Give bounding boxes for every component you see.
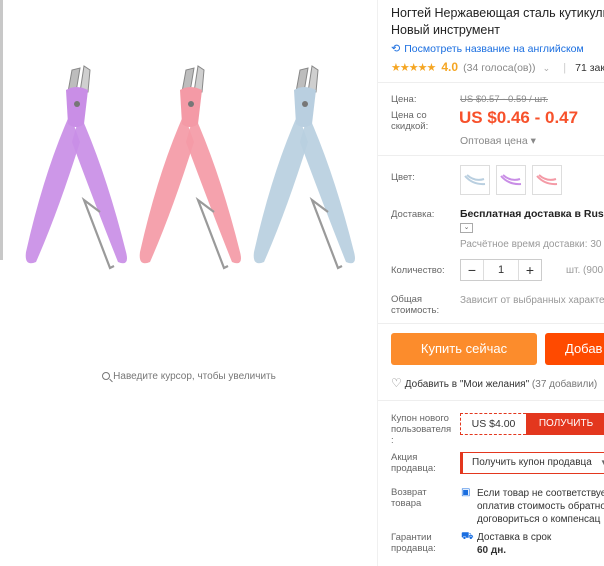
rating-stars: ★★★★★ [391, 62, 436, 74]
thumbnail-strip-edge [0, 0, 3, 260]
magnifier-icon [102, 372, 111, 380]
get-coupon-button[interactable]: ПОЛУЧИТЬ [526, 413, 604, 435]
returns-label: Возврат товара [391, 487, 427, 509]
total-label: Общая стоимость: [391, 294, 440, 316]
add-to-cart-button[interactable]: Добав [545, 333, 604, 365]
nipper-blue [253, 65, 355, 270]
delivery-truck-icon: ⛟ [461, 531, 474, 542]
guarantee-label: Гарантии продавца: [391, 532, 436, 554]
color-swatches [460, 165, 562, 195]
swatch-variant-3[interactable] [532, 165, 562, 195]
wishlist-count: (37 добавили) [531, 379, 598, 390]
rating-row: ★★★★★ 4.0 (34 голоса(ов)) ⌄ | 71 заказ [391, 60, 604, 74]
buy-now-button[interactable]: Купить сейчас [391, 333, 537, 365]
shipping-label: Доставка: [391, 209, 435, 220]
zoom-hint: Наведите курсор, чтобы увеличить [0, 371, 378, 382]
translate-icon: ⟲ [391, 43, 401, 55]
divider [378, 400, 604, 401]
translate-title-link[interactable]: ⟲ Посмотреть название на английском [391, 42, 584, 55]
caret-down-icon: ▼ [600, 458, 604, 467]
shipping-method: Бесплатная доставка в Russia [460, 208, 604, 220]
color-label: Цвет: [391, 172, 415, 183]
delivery-time: Расчётное время доставки: 30 [460, 239, 602, 250]
swatch-variant-1[interactable] [460, 165, 490, 195]
swatch-variant-2[interactable] [496, 165, 526, 195]
wholesale-price-toggle[interactable]: Оптовая цена ▾ [460, 135, 536, 147]
votes-link[interactable]: (34 голоса(ов)) [463, 62, 535, 74]
chevron-down-icon[interactable]: ⌄ [543, 63, 551, 73]
product-gallery: Наведите курсор, чтобы увеличить [0, 0, 378, 566]
quantity-stepper: − 1 + [460, 259, 542, 281]
divider [378, 155, 604, 156]
discount-price-label: Цена со скидкой: [391, 110, 429, 132]
wishlist-button[interactable]: ♡ Добавить в "Мои желания" (37 добавили) [391, 376, 597, 390]
shipping-dropdown[interactable]: ⌄ [460, 223, 473, 233]
nipper-pink [139, 65, 241, 270]
seller-promo-label: Акция продавца: [391, 452, 436, 474]
guarantee-text: Доставка в срок 60 дн. [477, 532, 552, 556]
orders-count: 71 заказ [575, 62, 604, 74]
new-user-coupon: US $4.00 ПОЛУЧИТЬ [460, 413, 604, 435]
rating-value: 4.0 [441, 60, 459, 74]
divider [378, 323, 604, 324]
seller-coupon-select[interactable]: Получить купон продавца ▼ [460, 452, 604, 474]
quantity-label: Количество: [391, 265, 445, 276]
quantity-available: шт. (900 шт. [566, 265, 604, 276]
quantity-input[interactable]: 1 [483, 260, 519, 280]
current-price: US $0.46 - 0.47 [459, 108, 579, 127]
old-price: US $0.57 - 0.59 / шт. [460, 94, 549, 105]
price-label: Цена: [391, 94, 417, 105]
nipper-purple [25, 65, 127, 270]
return-policy-text: Если товар не соответствуе оплатив стоим… [477, 488, 604, 525]
coupon-amount: US $4.00 [460, 413, 526, 435]
quantity-increase-button[interactable]: + [519, 260, 541, 280]
product-image[interactable] [14, 62, 364, 292]
return-policy-icon: ▣ [461, 487, 471, 498]
new-user-coupon-label: Купон нового пользователя : [391, 413, 452, 446]
divider [378, 82, 604, 83]
quantity-decrease-button[interactable]: − [461, 260, 483, 280]
product-title: Ногтей Нержавеющая сталь кутикулы Новый … [391, 6, 604, 37]
heart-icon: ♡ [391, 376, 402, 390]
total-price-text: Зависит от выбранных характе [460, 295, 604, 306]
